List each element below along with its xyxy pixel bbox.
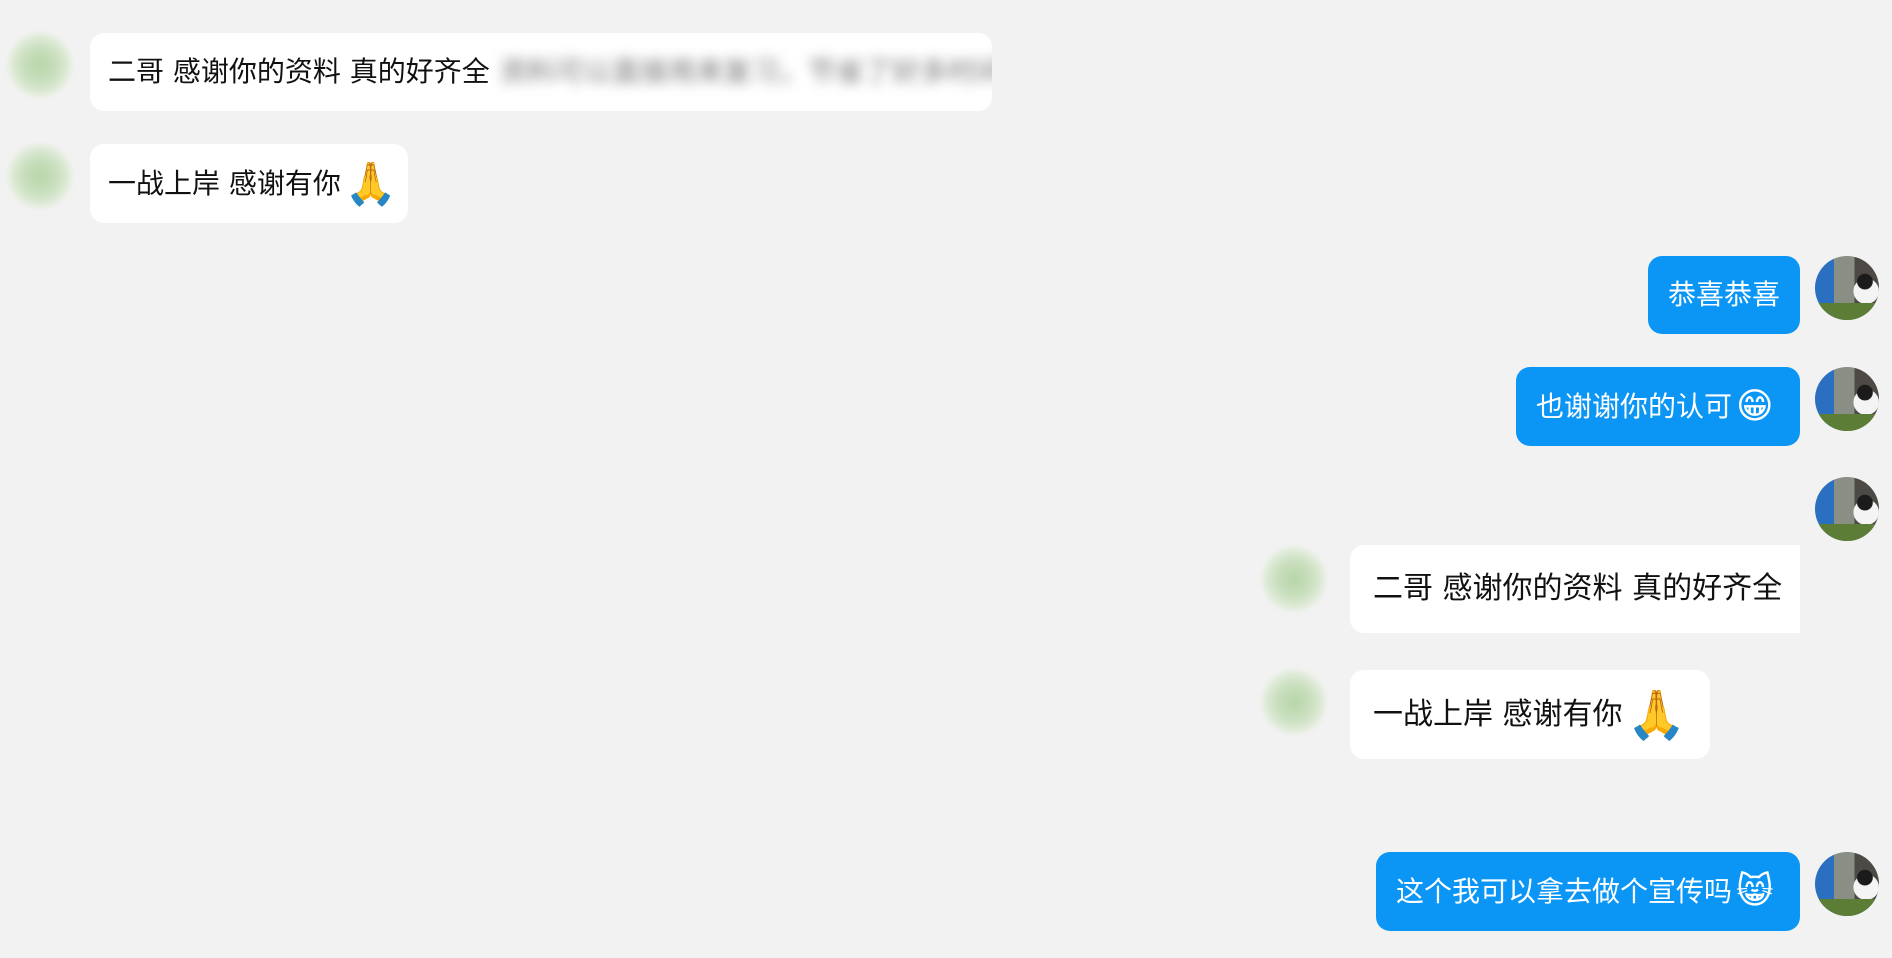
user-avatar[interactable] bbox=[1815, 852, 1879, 916]
pray-emoji-icon: 🙏 bbox=[1626, 686, 1687, 743]
message-bubble-outgoing[interactable]: 恭喜恭喜 bbox=[1648, 256, 1800, 334]
user-avatar[interactable] bbox=[1815, 367, 1879, 431]
message-text: 这个我可以拿去做个宣传吗 bbox=[1396, 874, 1733, 908]
user-avatar[interactable] bbox=[1815, 477, 1879, 541]
quoted-message-bubble[interactable]: 一战上岸 感谢有你 🙏 bbox=[1350, 670, 1710, 759]
user-avatar[interactable] bbox=[1815, 256, 1879, 320]
grinning-face-icon: 😁 bbox=[1736, 385, 1774, 427]
message-bubble-incoming[interactable]: 一战上岸 感谢有你 🙏 bbox=[90, 144, 408, 223]
message-text: 一战上岸 感谢有你 bbox=[1373, 696, 1623, 732]
cat-emoji-icon: 😸 bbox=[1736, 870, 1774, 912]
contact-avatar[interactable] bbox=[8, 33, 72, 97]
pray-emoji-icon: 🙏 bbox=[344, 158, 398, 208]
message-text: 二哥 感谢你的资料 真的好齐全 bbox=[108, 55, 490, 88]
redacted-text: 资料可以直接用来复习，节省了好多时间 bbox=[499, 55, 992, 88]
message-bubble-outgoing[interactable]: 这个我可以拿去做个宣传吗 😸 bbox=[1376, 852, 1800, 931]
contact-avatar[interactable] bbox=[1262, 547, 1326, 611]
message-text: 也谢谢你的认可 bbox=[1536, 389, 1733, 423]
message-bubble-outgoing[interactable]: 也谢谢你的认可 😁 bbox=[1516, 367, 1800, 446]
contact-avatar[interactable] bbox=[8, 144, 72, 208]
message-text: 恭喜恭喜 bbox=[1668, 278, 1781, 311]
message-text: 一战上岸 感谢有你 bbox=[108, 166, 341, 200]
message-text: 二哥 感谢你的资料 真的好齐全 bbox=[1373, 571, 1783, 606]
message-bubble-incoming[interactable]: 二哥 感谢你的资料 真的好齐全 资料可以直接用来复习，节省了好多时间 bbox=[90, 33, 992, 111]
quoted-message-bubble[interactable]: 二哥 感谢你的资料 真的好齐全 bbox=[1350, 545, 1800, 633]
contact-avatar[interactable] bbox=[1262, 670, 1326, 734]
